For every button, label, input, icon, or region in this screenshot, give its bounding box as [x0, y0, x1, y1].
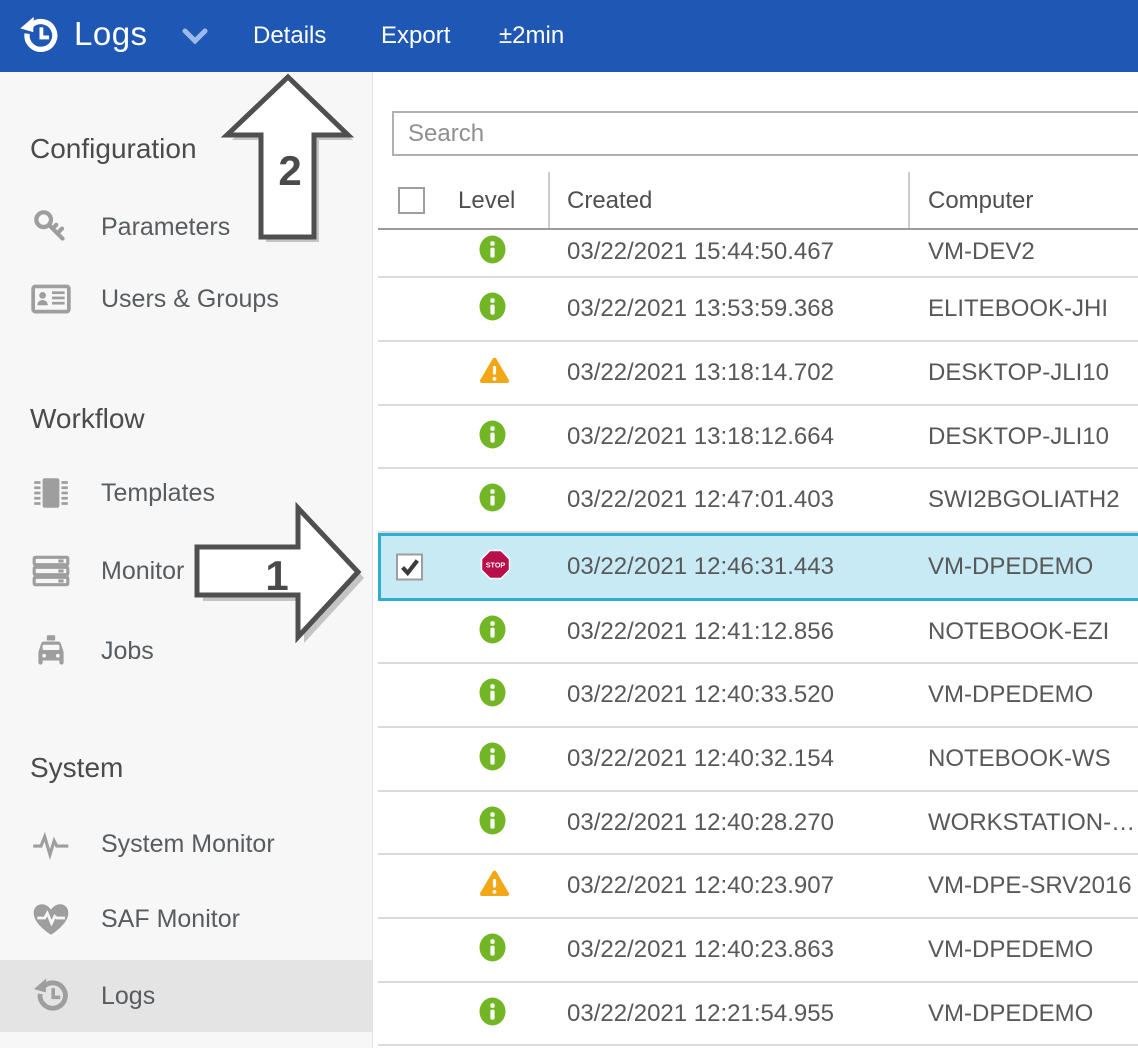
computer-cell: SWI2BGOLIATH2	[928, 486, 1120, 514]
sidebar-item-parameters[interactable]: Parameters	[0, 191, 372, 263]
sidebar-item-logs[interactable]: Logs	[0, 960, 372, 1032]
created-cell: 03/22/2021 12:46:31.443	[567, 553, 834, 581]
sidebar: Configuration Parameters Users & Groups Wor…	[0, 72, 373, 1048]
warning-icon	[479, 870, 510, 898]
created-cell: 03/22/2021 15:44:50.467	[567, 238, 834, 266]
info-icon	[479, 292, 506, 321]
menu-item-time-range[interactable]: ±2min	[499, 22, 564, 50]
column-divider[interactable]	[908, 172, 910, 228]
taxi-icon	[30, 630, 72, 672]
computer-cell: VM-DPE-SRV2016	[928, 872, 1132, 900]
menu-item-export[interactable]: Export	[381, 22, 450, 50]
created-cell: 03/22/2021 12:21:54.955	[567, 1000, 834, 1028]
sidebar-item-system-monitor[interactable]: System Monitor	[0, 808, 372, 880]
sidebar-item-jobs[interactable]: Jobs	[0, 615, 372, 687]
sidebar-item-users-groups[interactable]: Users & Groups	[0, 263, 372, 335]
created-cell: 03/22/2021 12:40:23.863	[567, 936, 834, 964]
app-title[interactable]: Logs	[74, 15, 148, 53]
sidebar-item-label: Monitor	[101, 557, 184, 586]
computer-cell: DESKTOP-JLI10	[928, 423, 1109, 451]
info-icon	[479, 997, 506, 1026]
column-header-level[interactable]: Level	[458, 187, 515, 215]
computer-cell: WORKSTATION-…	[928, 809, 1135, 837]
svg-text:STOP: STOP	[486, 561, 506, 570]
sidebar-item-label: SAF Monitor	[101, 905, 240, 934]
sidebar-item-monitor[interactable]: Monitor	[0, 535, 372, 607]
id-card-icon	[30, 278, 72, 320]
chevron-down-icon[interactable]	[182, 28, 208, 46]
table-row[interactable]: 03/22/2021 15:44:50.467 VM-DEV2	[378, 228, 1138, 278]
history-logo-icon	[16, 13, 62, 59]
sidebar-item-label: Parameters	[101, 213, 230, 242]
warning-icon	[479, 357, 510, 385]
column-header-computer[interactable]: Computer	[928, 187, 1033, 215]
created-cell: 03/22/2021 13:18:12.664	[567, 423, 834, 451]
table-row[interactable]: 03/22/2021 13:18:14.702 DESKTOP-JLI10	[378, 342, 1138, 406]
info-icon	[479, 933, 506, 962]
table-row[interactable]: 03/22/2021 12:40:28.270 WORKSTATION-…	[378, 792, 1138, 855]
table-row[interactable]: 03/22/2021 12:40:33.520 VM-DPEDEMO	[378, 664, 1138, 728]
column-header-created[interactable]: Created	[567, 187, 652, 215]
table-row[interactable]: 03/22/2021 12:47:01.403 SWI2BGOLIATH2	[378, 469, 1138, 533]
table-row[interactable]: 03/22/2021 12:40:23.863 VM-DPEDEMO	[378, 919, 1138, 983]
chip-icon	[30, 472, 72, 514]
created-cell: 03/22/2021 12:40:32.154	[567, 745, 834, 773]
table-row[interactable]: 03/22/2021 12:21:54.955 VM-DPEDEMO	[378, 983, 1138, 1046]
sidebar-item-label: Templates	[101, 479, 215, 508]
section-heading-configuration: Configuration	[30, 133, 197, 165]
heart-pulse-icon	[30, 898, 72, 940]
table-row[interactable]: 03/22/2021 13:53:59.368 ELITEBOOK-JHI	[378, 278, 1138, 342]
table-row[interactable]: 03/22/2021 12:40:23.907 VM-DPE-SRV2016	[378, 855, 1138, 919]
checkmark-icon	[398, 555, 421, 580]
created-cell: 03/22/2021 12:40:33.520	[567, 681, 834, 709]
server-icon	[30, 550, 72, 592]
sidebar-item-label: Jobs	[101, 637, 154, 666]
table-row[interactable]: 03/22/2021 13:18:12.664 DESKTOP-JLI10	[378, 406, 1138, 469]
created-cell: 03/22/2021 12:47:01.403	[567, 486, 834, 514]
computer-cell: VM-DEV2	[928, 238, 1035, 266]
info-icon	[479, 483, 506, 512]
history-icon	[30, 975, 72, 1017]
info-icon	[479, 806, 506, 835]
table-row[interactable]: STOP 03/22/2021 12:46:31.443 VM-DPEDEMO	[378, 533, 1138, 601]
log-table-panel: 03/22/2021 15:44:50.467VM-DEV203/22/2021…	[378, 72, 1138, 1048]
stop-icon: STOP	[480, 549, 511, 580]
table-row[interactable]: 03/22/2021 12:41:12.856 NOTEBOOK-EZI	[378, 601, 1138, 664]
row-checkbox[interactable]	[396, 554, 423, 581]
table-row[interactable]: 03/22/2021 12:40:32.154 NOTEBOOK-WS	[378, 728, 1138, 792]
info-icon	[479, 678, 506, 707]
menu-item-details[interactable]: Details	[253, 22, 326, 50]
sidebar-item-saf-monitor[interactable]: SAF Monitor	[0, 883, 372, 955]
created-cell: 03/22/2021 12:40:28.270	[567, 809, 834, 837]
computer-cell: NOTEBOOK-EZI	[928, 618, 1109, 646]
column-divider[interactable]	[548, 172, 550, 228]
computer-cell: VM-DPEDEMO	[928, 1000, 1093, 1028]
computer-cell: VM-DPEDEMO	[928, 553, 1093, 581]
logs-app-window: Logs Details Export ±2min Configuration P…	[0, 0, 1138, 1048]
sidebar-item-label: System Monitor	[101, 830, 275, 859]
computer-cell: ELITEBOOK-JHI	[928, 295, 1108, 323]
sidebar-item-label: Users & Groups	[101, 285, 279, 314]
computer-cell: DESKTOP-JLI10	[928, 359, 1109, 387]
sidebar-item-label: Logs	[101, 982, 155, 1011]
created-cell: 03/22/2021 13:53:59.368	[567, 295, 834, 323]
created-cell: 03/22/2021 12:41:12.856	[567, 618, 834, 646]
info-icon	[479, 235, 506, 264]
info-icon	[479, 420, 506, 449]
computer-cell: VM-DPEDEMO	[928, 936, 1093, 964]
select-all-checkbox[interactable]	[398, 187, 425, 214]
top-bar: Logs Details Export ±2min	[0, 0, 1138, 72]
sidebar-item-templates[interactable]: Templates	[0, 457, 372, 529]
heartbeat-icon	[30, 823, 72, 865]
info-icon	[479, 742, 506, 771]
computer-cell: VM-DPEDEMO	[928, 681, 1093, 709]
key-icon	[30, 206, 72, 248]
computer-cell: NOTEBOOK-WS	[928, 745, 1111, 773]
section-heading-system: System	[30, 752, 123, 784]
created-cell: 03/22/2021 13:18:14.702	[567, 359, 834, 387]
table-header: Level Created Computer	[378, 176, 1138, 230]
created-cell: 03/22/2021 12:40:23.907	[567, 872, 834, 900]
section-heading-workflow: Workflow	[30, 403, 145, 435]
info-icon	[479, 615, 506, 644]
